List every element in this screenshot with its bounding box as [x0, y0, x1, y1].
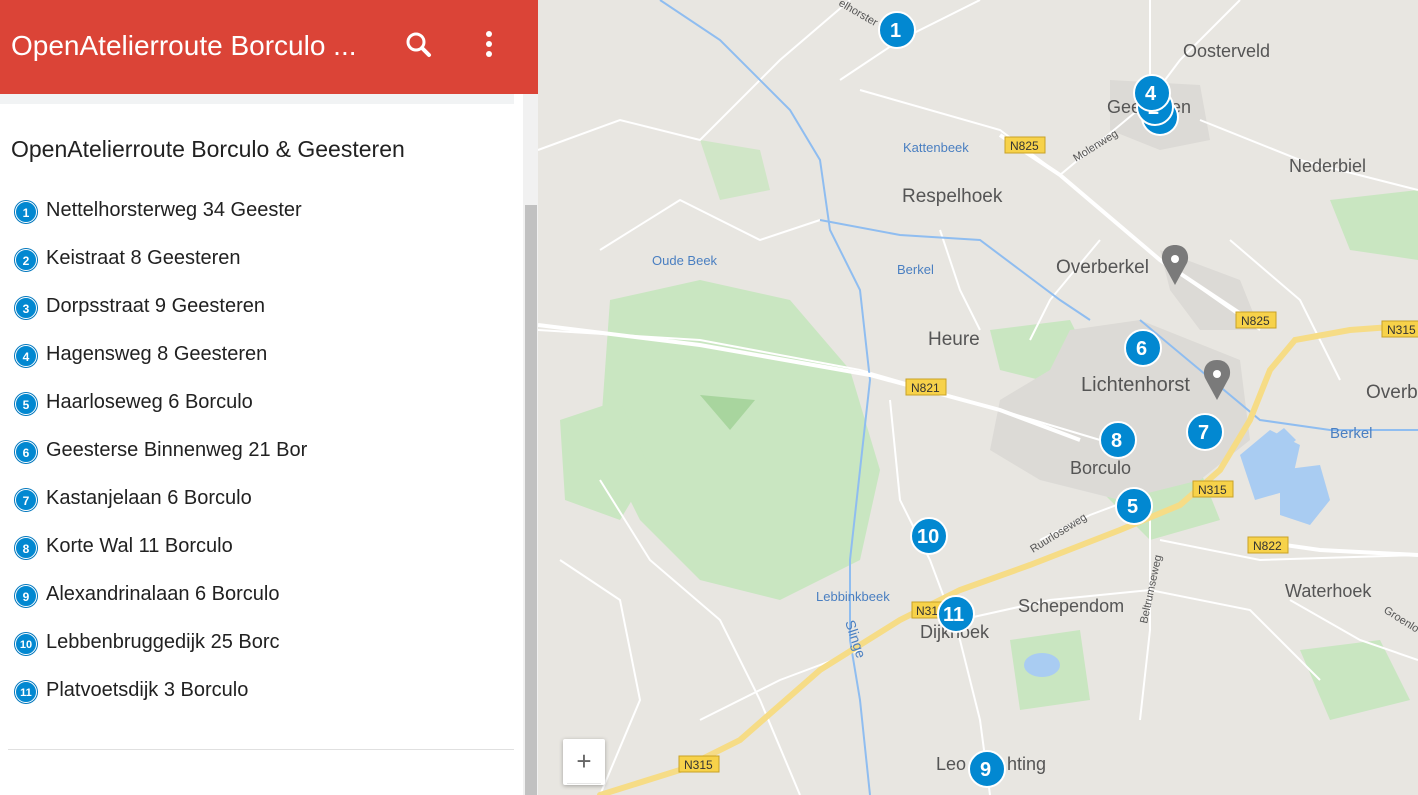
road-shield-n825: N825: [1235, 311, 1277, 329]
more-options-button[interactable]: [467, 22, 511, 66]
place-label-nederbiel: Nederbiel: [1289, 156, 1366, 176]
marker-number-badge: 1: [15, 201, 37, 223]
water-label-lebbinkbeek: Lebbinkbeek: [816, 589, 890, 604]
marker-number-badge: 4: [15, 345, 37, 367]
list-item-label: Nettelhorsterweg 34 Geester: [46, 199, 302, 221]
map-marker-7[interactable]: 7: [1186, 413, 1224, 451]
svg-text:4: 4: [1145, 83, 1157, 105]
more-vert-icon: [486, 31, 492, 57]
place-label-lichtenhorst: Lichtenhorst: [1081, 374, 1190, 396]
water-label-berkel: Berkel: [1330, 425, 1373, 442]
list-item-label: Keistraat 8 Geesteren: [46, 247, 241, 269]
list-item-label: Lebbenbruggedijk 25 Borc: [46, 631, 280, 653]
list-item[interactable]: 7 Kastanjelaan 6 Borculo: [0, 479, 514, 519]
marker-number-badge: 10: [15, 633, 37, 655]
svg-text:1: 1: [890, 20, 901, 42]
map-sidebar: OpenAtelierroute Borculo ... OpenAtelier…: [0, 0, 538, 795]
map-marker-1[interactable]: 1: [878, 11, 916, 49]
svg-text:11: 11: [943, 604, 964, 626]
map-canvas[interactable]: N825 N825 N315 N821 N315 N822 N31 N315 O…: [538, 0, 1418, 795]
zoom-divider: [567, 783, 601, 784]
svg-text:10: 10: [917, 526, 939, 548]
place-label-leo: Leo: [936, 754, 966, 774]
water-label-oude-beek: Oude Beek: [652, 253, 718, 268]
scrollbar-thumb[interactable]: [525, 205, 537, 795]
place-label-overberkel: Overberkel: [1056, 257, 1149, 278]
place-label-heure: Heure: [928, 329, 980, 350]
list-item-label: Kastanjelaan 6 Borculo: [46, 487, 252, 509]
place-label-schependom: Schependom: [1018, 596, 1124, 616]
road-shield-label: N315: [684, 758, 713, 772]
road-shield-label: N315: [1198, 483, 1227, 497]
water-label-kattenbeek: Kattenbeek: [903, 140, 969, 155]
marker-number-badge: 2: [15, 249, 37, 271]
road-shield-label: N315: [1387, 323, 1416, 337]
road-shield-n315: N315: [1192, 480, 1234, 498]
list-item[interactable]: 9 Alexandrinalaan 6 Borculo: [0, 575, 514, 615]
place-label-overb: Overb: [1366, 382, 1418, 403]
map-title-header[interactable]: OpenAtelierroute Borculo ...: [11, 26, 381, 66]
road-shield-label: N821: [911, 381, 940, 395]
zoom-in-button[interactable]: +: [563, 739, 605, 785]
svg-text:6: 6: [1136, 338, 1147, 360]
marker-number-badge: 7: [15, 489, 37, 511]
list-item-label: Platvoetsdijk 3 Borculo: [46, 679, 249, 701]
map-marker-10[interactable]: 10: [910, 517, 948, 555]
list-item-label: Korte Wal 11 Borculo: [46, 535, 233, 557]
svg-text:9: 9: [980, 759, 991, 781]
header-separator: [0, 94, 514, 104]
map-marker-8[interactable]: 8: [1099, 421, 1137, 459]
list-item[interactable]: 4 Hagensweg 8 Geesteren: [0, 335, 514, 375]
list-item[interactable]: 2 Keistraat 8 Geesteren: [0, 239, 514, 279]
list-item[interactable]: 6 Geesterse Binnenweg 21 Bor: [0, 431, 514, 471]
svg-text:5: 5: [1127, 496, 1138, 518]
road-shield-n315: N315: [678, 755, 720, 773]
svg-text:8: 8: [1111, 430, 1122, 452]
road-shield-label: N822: [1253, 539, 1282, 553]
list-item-label: Dorpsstraat 9 Geesteren: [46, 295, 265, 317]
search-icon: [406, 32, 431, 57]
marker-number-badge: 5: [15, 393, 37, 415]
marker-number-badge: 6: [15, 441, 37, 463]
water-label-berkel: Berkel: [897, 262, 934, 277]
map-marker-4[interactable]: 4: [1133, 74, 1171, 112]
marker-number-badge: 9: [15, 585, 37, 607]
layer-title[interactable]: OpenAtelierroute Borculo & Geesteren: [11, 136, 405, 163]
map-marker-6[interactable]: 6: [1124, 329, 1162, 367]
marker-number-badge: 8: [15, 537, 37, 559]
place-label-waterhoek: Waterhoek: [1285, 581, 1372, 601]
sidebar-header: OpenAtelierroute Borculo ...: [0, 0, 538, 94]
map-marker-9[interactable]: 9: [968, 750, 1006, 788]
search-button[interactable]: [396, 22, 440, 66]
road-shield-label: N825: [1010, 139, 1039, 153]
marker-number-badge: 11: [15, 681, 37, 703]
road-shield-n825: N825: [1004, 136, 1046, 154]
road-shield-label: N825: [1241, 314, 1270, 328]
list-item[interactable]: 1 Nettelhorsterweg 34 Geester: [0, 191, 514, 231]
list-item-label: Alexandrinalaan 6 Borculo: [46, 583, 280, 605]
place-label-oosterveld: Oosterveld: [1183, 41, 1270, 61]
list-item[interactable]: 11 Platvoetsdijk 3 Borculo: [0, 671, 514, 711]
list-item[interactable]: 8 Korte Wal 11 Borculo: [0, 527, 514, 567]
place-label-hting: hting: [1007, 754, 1046, 774]
list-item[interactable]: 10 Lebbenbruggedijk 25 Borc: [0, 623, 514, 663]
road-shield-label: N31: [916, 604, 938, 618]
list-divider: [8, 749, 514, 750]
list-item-label: Haarloseweg 6 Borculo: [46, 391, 253, 413]
map-marker-5[interactable]: 5: [1115, 487, 1153, 525]
list-item[interactable]: 3 Dorpsstraat 9 Geesteren: [0, 287, 514, 327]
svg-text:7: 7: [1198, 422, 1209, 444]
road-shield-n822: N822: [1247, 536, 1289, 554]
map-marker-11[interactable]: 11: [937, 595, 975, 633]
place-label-borculo: Borculo: [1070, 458, 1131, 478]
road-shield-n315: N315: [1381, 320, 1418, 338]
list-item-label: Geesterse Binnenweg 21 Bor: [46, 439, 308, 461]
place-label-respelhoek: Respelhoek: [902, 186, 1003, 207]
map-graphic: N825 N825 N315 N821 N315 N822 N31 N315 O…: [538, 0, 1418, 795]
marker-number-badge: 3: [15, 297, 37, 319]
road-shield-n821: N821: [905, 378, 947, 396]
list-item[interactable]: 5 Haarloseweg 6 Borculo: [0, 383, 514, 423]
list-item-label: Hagensweg 8 Geesteren: [46, 343, 268, 365]
